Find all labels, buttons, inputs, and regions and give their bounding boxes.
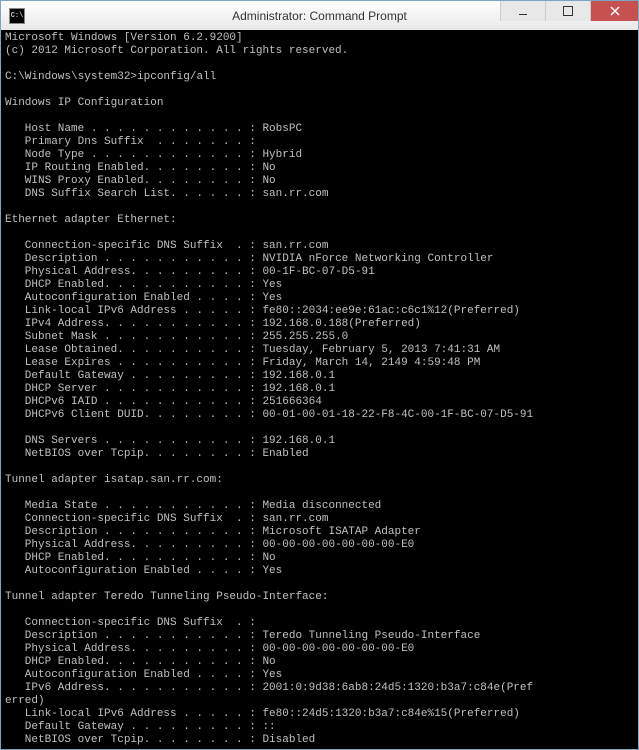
ethernet-header: Ethernet adapter Ethernet:	[5, 214, 177, 226]
eth-duid-value: 00-01-00-01-18-22-F8-4C-00-1F-BC-07-D5-9…	[262, 409, 533, 421]
eth-conn-suffix-label: Connection-specific DNS Suffix . :	[5, 240, 262, 252]
isatap-media-value: Media disconnected	[262, 500, 381, 512]
eth-ll-ipv6-label: Link-local IPv6 Address . . . . . :	[5, 305, 262, 317]
minimize-button[interactable]	[500, 1, 545, 21]
isatap-media-label: Media State . . . . . . . . . . . :	[5, 500, 262, 512]
eth-lease-obt-value: Tuesday, February 5, 2013 7:41:31 AM	[262, 344, 500, 356]
eth-physical-label: Physical Address. . . . . . . . . :	[5, 266, 262, 278]
close-icon	[610, 6, 620, 16]
prompt-path: C:\Windows\system32>	[5, 71, 137, 83]
primary-dns-label: Primary Dns Suffix . . . . . . . :	[5, 136, 256, 148]
dns-suffix-list-label: DNS Suffix Search List. . . . . . :	[5, 188, 262, 200]
eth-lease-exp-label: Lease Expires . . . . . . . . . . :	[5, 357, 262, 369]
eth-description-value: NVIDIA nForce Networking Controller	[262, 253, 493, 265]
teredo-ipv6-wrap: erred)	[5, 695, 45, 707]
eth-conn-suffix-value: san.rr.com	[262, 240, 328, 252]
node-type-value: Hybrid	[262, 149, 302, 161]
teredo-physical-value: 00-00-00-00-00-00-00-E0	[262, 643, 414, 655]
isatap-dhcp-en-label: DHCP Enabled. . . . . . . . . . . :	[5, 552, 262, 564]
terminal[interactable]: Microsoft Windows [Version 6.2.9200] (c)…	[0, 30, 639, 750]
eth-autoconf-value: Yes	[262, 292, 282, 304]
isatap-conn-suffix-value: san.rr.com	[262, 513, 328, 525]
app-icon-label: C:\	[11, 12, 24, 20]
eth-gateway-value: 192.168.0.1	[262, 370, 335, 382]
copyright-line: (c) 2012 Microsoft Corporation. All righ…	[5, 45, 348, 57]
eth-subnet-value: 255.255.255.0	[262, 331, 348, 343]
eth-physical-value: 00-1F-BC-07-D5-91	[262, 266, 374, 278]
eth-lease-obt-label: Lease Obtained. . . . . . . . . . :	[5, 344, 262, 356]
teredo-netbios-label: NetBIOS over Tcpip. . . . . . . . :	[5, 734, 262, 746]
eth-gateway-label: Default Gateway . . . . . . . . . :	[5, 370, 262, 382]
ip-routing-label: IP Routing Enabled. . . . . . . . :	[5, 162, 262, 174]
app-icon: C:\	[9, 8, 25, 24]
node-type-label: Node Type . . . . . . . . . . . . :	[5, 149, 262, 161]
teredo-description-value: Teredo Tunneling Pseudo-Interface	[262, 630, 480, 642]
eth-lease-exp-value: Friday, March 14, 2149 4:59:48 PM	[262, 357, 480, 369]
isatap-physical-label: Physical Address. . . . . . . . . :	[5, 539, 262, 551]
eth-ll-ipv6-value: fe80::2034:ee9e:61ac:c6c1%12(Preferred)	[262, 305, 519, 317]
teredo-ll-ipv6-value: fe80::24d5:1320:b3a7:c84e%15(Preferred)	[262, 708, 519, 720]
window-controls	[500, 1, 638, 30]
eth-dhcp-en-label: DHCP Enabled. . . . . . . . . . . :	[5, 279, 262, 291]
eth-duid-label: DHCPv6 Client DUID. . . . . . . . :	[5, 409, 262, 421]
teredo-dhcp-en-label: DHCP Enabled. . . . . . . . . . . :	[5, 656, 262, 668]
eth-netbios-value: Enabled	[262, 448, 308, 460]
wins-proxy-value: No	[262, 175, 275, 187]
teredo-conn-suffix-label: Connection-specific DNS Suffix . :	[5, 617, 256, 629]
eth-dhcp-en-value: Yes	[262, 279, 282, 291]
eth-autoconf-label: Autoconfiguration Enabled . . . . :	[5, 292, 262, 304]
isatap-autoconf-label: Autoconfiguration Enabled . . . . :	[5, 565, 262, 577]
eth-iaid-value: 251666364	[262, 396, 321, 408]
dns-suffix-list-value: san.rr.com	[262, 188, 328, 200]
eth-iaid-label: DHCPv6 IAID . . . . . . . . . . . :	[5, 396, 262, 408]
teredo-gateway-label: Default Gateway . . . . . . . . . :	[5, 721, 262, 733]
eth-dhcp-srv-value: 192.168.0.1	[262, 383, 335, 395]
teredo-ipv6-value: 2001:0:9d38:6ab8:24d5:1320:b3a7:c84e(Pre…	[262, 682, 533, 694]
teredo-gateway-value: ::	[262, 721, 275, 733]
isatap-conn-suffix-label: Connection-specific DNS Suffix . :	[5, 513, 262, 525]
eth-ipv4-value: 192.168.0.188(Preferred)	[262, 318, 420, 330]
teredo-ipv6-label: IPv6 Address. . . . . . . . . . . :	[5, 682, 262, 694]
eth-dns-servers-label: DNS Servers . . . . . . . . . . . :	[5, 435, 262, 447]
eth-ipv4-label: IPv4 Address. . . . . . . . . . . :	[5, 318, 262, 330]
eth-subnet-label: Subnet Mask . . . . . . . . . . . :	[5, 331, 262, 343]
ipconfig-header: Windows IP Configuration	[5, 97, 163, 109]
host-name-value: RobsPC	[262, 123, 302, 135]
wins-proxy-label: WINS Proxy Enabled. . . . . . . . :	[5, 175, 262, 187]
version-line: Microsoft Windows [Version 6.2.9200]	[5, 32, 243, 44]
close-button[interactable]	[590, 1, 638, 21]
prompt-command: ipconfig/all	[137, 71, 216, 83]
teredo-autoconf-value: Yes	[262, 669, 282, 681]
eth-netbios-label: NetBIOS over Tcpip. . . . . . . . :	[5, 448, 262, 460]
teredo-header: Tunnel adapter Teredo Tunneling Pseudo-I…	[5, 591, 328, 603]
isatap-dhcp-en-value: No	[262, 552, 275, 564]
isatap-autoconf-value: Yes	[262, 565, 282, 577]
isatap-header: Tunnel adapter isatap.san.rr.com:	[5, 474, 223, 486]
teredo-description-label: Description . . . . . . . . . . . :	[5, 630, 262, 642]
titlebar[interactable]: C:\ Administrator: Command Prompt	[0, 0, 639, 30]
teredo-ll-ipv6-label: Link-local IPv6 Address . . . . . :	[5, 708, 262, 720]
teredo-autoconf-label: Autoconfiguration Enabled . . . . :	[5, 669, 262, 681]
eth-description-label: Description . . . . . . . . . . . :	[5, 253, 262, 265]
eth-dns-servers-value: 192.168.0.1	[262, 435, 335, 447]
maximize-button[interactable]	[545, 1, 590, 21]
teredo-dhcp-en-value: No	[262, 656, 275, 668]
isatap-description-label: Description . . . . . . . . . . . :	[5, 526, 262, 538]
isatap-physical-value: 00-00-00-00-00-00-00-E0	[262, 539, 414, 551]
isatap-description-value: Microsoft ISATAP Adapter	[262, 526, 420, 538]
host-name-label: Host Name . . . . . . . . . . . . :	[5, 123, 262, 135]
ip-routing-value: No	[262, 162, 275, 174]
eth-dhcp-srv-label: DHCP Server . . . . . . . . . . . :	[5, 383, 262, 395]
teredo-netbios-value: Disabled	[262, 734, 315, 746]
teredo-physical-label: Physical Address. . . . . . . . . :	[5, 643, 262, 655]
command-prompt-window: C:\ Administrator: Command Prompt Micros…	[0, 0, 639, 750]
